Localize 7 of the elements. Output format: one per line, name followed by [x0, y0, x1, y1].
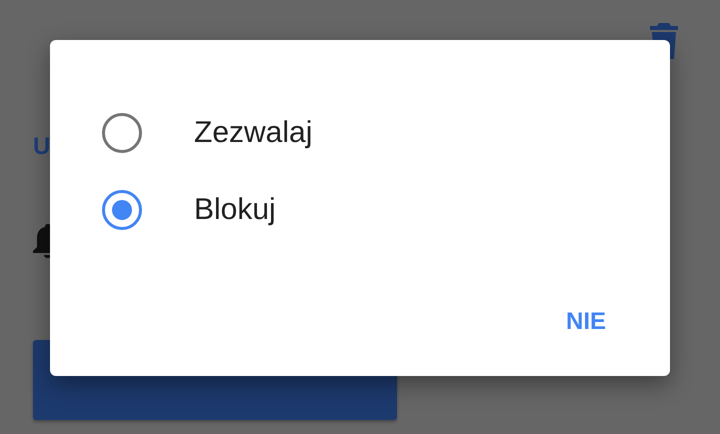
- no-button[interactable]: NIE: [564, 304, 608, 340]
- radio-button[interactable]: [102, 190, 142, 230]
- bell-icon: [33, 224, 50, 258]
- radio-button[interactable]: [102, 112, 142, 152]
- option-label[interactable]: Zezwalaj: [194, 116, 312, 150]
- section-heading: U: [33, 132, 50, 162]
- option-label[interactable]: Blokuj: [194, 192, 276, 226]
